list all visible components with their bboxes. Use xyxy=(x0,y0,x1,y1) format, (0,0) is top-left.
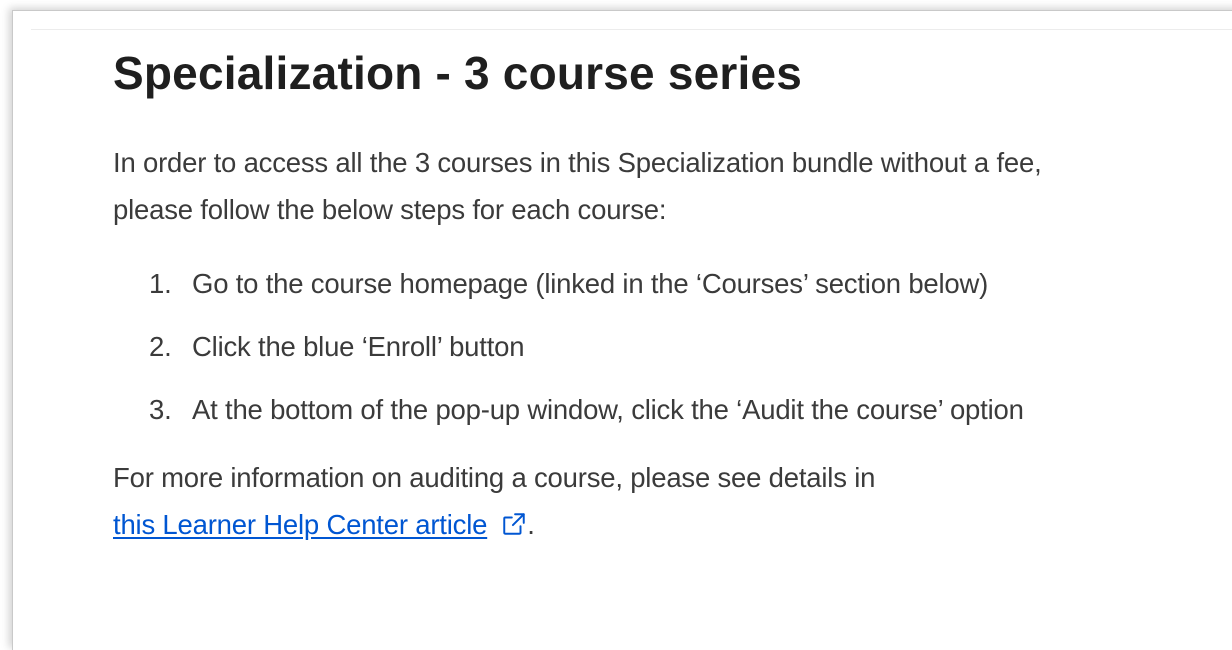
page-title: Specialization - 3 course series xyxy=(113,47,803,99)
list-item: 1. Go to the course homepage (linked in … xyxy=(113,252,1223,315)
card-divider xyxy=(31,29,1232,30)
step-number: 1. xyxy=(149,268,172,299)
specialization-card: Specialization - 3 course series In orde… xyxy=(12,10,1232,650)
card-content: Specialization - 3 course series In orde… xyxy=(113,45,1223,551)
step-number: 2. xyxy=(149,331,172,362)
list-item: 2. Click the blue ‘Enroll’ button xyxy=(113,315,1223,378)
step-text: At the bottom of the pop-up window, clic… xyxy=(192,394,1024,425)
link-suffix: . xyxy=(527,509,535,540)
intro-line-1: In order to access all the 3 courses in … xyxy=(113,147,1042,178)
step-text: Go to the course homepage (linked in the… xyxy=(192,268,989,299)
step-number: 3. xyxy=(149,394,172,425)
footer-paragraph: For more information on auditing a cours… xyxy=(113,454,1223,551)
intro-paragraph: In order to access all the 3 courses in … xyxy=(113,139,1223,233)
help-center-link[interactable]: this Learner Help Center article xyxy=(113,509,487,540)
step-text: Click the blue ‘Enroll’ button xyxy=(192,331,525,362)
list-item: 3. At the bottom of the pop-up window, c… xyxy=(113,378,1223,441)
external-link-icon[interactable] xyxy=(501,504,527,551)
steps-list: 1. Go to the course homepage (linked in … xyxy=(113,252,1223,441)
intro-line-2: please follow the below steps for each c… xyxy=(113,194,667,225)
footer-text: For more information on auditing a cours… xyxy=(113,462,876,493)
